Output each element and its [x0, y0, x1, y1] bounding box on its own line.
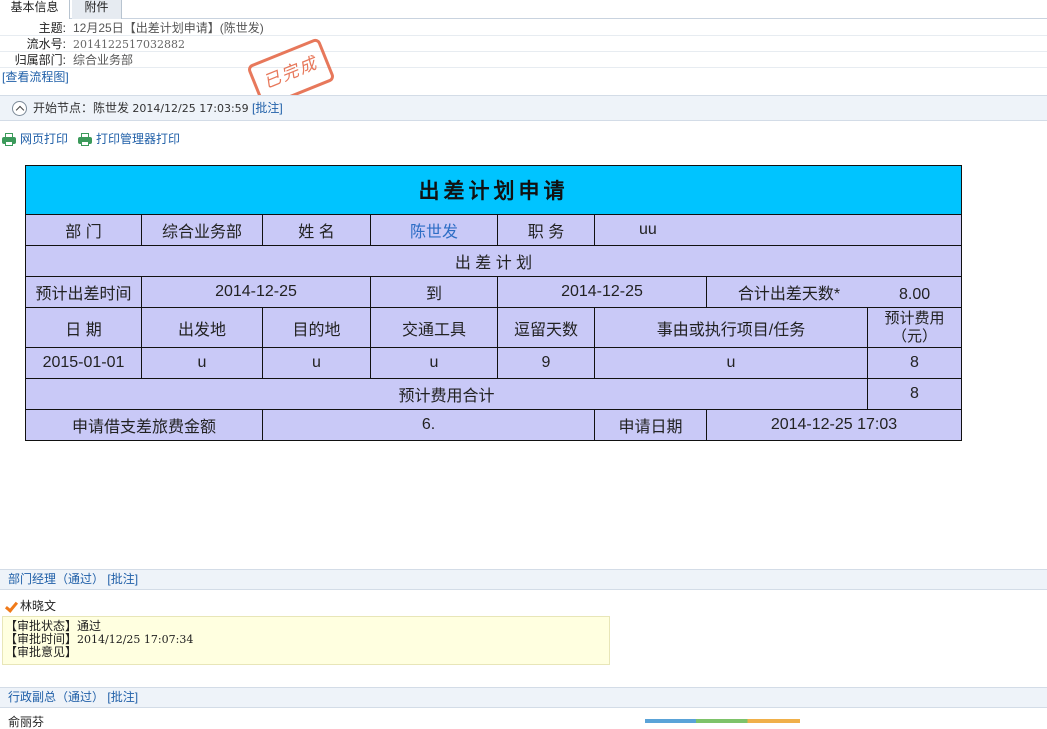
end-date: 2014-12-25: [497, 276, 707, 308]
approval-admin-vp-bar: 行政副总（通过） [批注]: [0, 687, 1047, 708]
next-approver-name: 俞丽芬: [8, 715, 45, 729]
total-cost-label: 预计费用合计: [25, 378, 868, 410]
view-flowchart-link[interactable]: [查看流程图]: [2, 68, 69, 85]
tab-bar: 基本信息 附件: [0, 0, 1047, 19]
start-node-bar: 开始节点：陈世发 2014/12/25 17:03:59 [批注]: [0, 95, 1047, 121]
col-stay-header: 逗留天数: [497, 307, 595, 348]
loan-value: 6.: [262, 409, 595, 441]
subject-label: 主题:: [38, 21, 66, 35]
meta-dept-row: 归属部门: 综合业务部: [0, 53, 1047, 68]
collapse-icon[interactable]: [12, 101, 27, 116]
total-days-value: 8.00: [899, 286, 931, 303]
start-node-text: 开始节点：陈世发 2014/12/25 17:03:59 [批注]: [33, 96, 283, 121]
col-from-header: 出发地: [141, 307, 263, 348]
approval-status: 【审批状态】通过: [5, 619, 102, 633]
row-date: 2015-01-01: [25, 347, 142, 379]
start-date: 2014-12-25: [141, 276, 371, 308]
approval-time-row: 【审批时间】2014/12/25 17:07:34: [5, 632, 607, 647]
col-transport-header: 交通工具: [370, 307, 498, 348]
position-label-cell: 职 务: [497, 214, 595, 246]
subject-value: 12月25日【出差计划申请】(陈世发): [73, 21, 264, 35]
total-days-label: 合计出差天数*: [737, 286, 841, 303]
approval-time-label: 【审批时间】: [5, 632, 78, 646]
travel-plan-form: 出差计划申请 部 门 综合业务部 姓 名 陈世发 职 务 uu 出 差 计 划 …: [25, 165, 962, 441]
est-time-label: 预计出差时间: [25, 276, 142, 308]
start-node-time: 2014/12/25 17:03:59: [132, 102, 249, 115]
row-reason: u: [594, 347, 868, 379]
meta-subject-row: 主题: 12月25日【出差计划申请】(陈世发): [0, 21, 1047, 36]
printer-icon: [2, 133, 16, 147]
tab-attachments[interactable]: 附件: [72, 0, 122, 19]
serial-value: 2014122517032882: [73, 38, 185, 51]
dept-value: 综合业务部: [73, 53, 134, 67]
approval-detail-box: 【审批状态】通过 【审批时间】2014/12/25 17:07:34 【审批意见…: [2, 616, 610, 665]
col-reason-header: 事由或执行项目/任务: [594, 307, 868, 348]
approval-admin-vp-label: 行政副总（通过）: [8, 690, 105, 704]
start-node-comment-link[interactable]: [批注]: [252, 101, 283, 115]
row-from: u: [141, 347, 263, 379]
approval-admin-vp-comment[interactable]: [批注]: [107, 690, 138, 704]
meta-serial-row: 流水号: 2014122517032882: [0, 37, 1047, 52]
row-cost: 8: [867, 347, 962, 379]
tab-basic-info[interactable]: 基本信息: [0, 0, 70, 19]
approval-dept-manager-label: 部门经理（通过）: [8, 572, 105, 586]
name-label-cell: 姓 名: [262, 214, 371, 246]
web-print-label: 网页打印: [20, 132, 69, 146]
col-dest-header: 目的地: [262, 307, 371, 348]
printer-icon: [78, 133, 92, 147]
checkmark-icon: [4, 601, 17, 613]
apply-date-value: 2014-12-25 17:03: [706, 409, 962, 441]
col-date-header: 日 期: [25, 307, 142, 348]
total-days-cell: 合计出差天数* 8.00: [706, 276, 962, 308]
approver-row: 林晓文: [4, 598, 56, 614]
to-label: 到: [370, 276, 498, 308]
approval-dept-manager-comment[interactable]: [批注]: [107, 572, 138, 586]
serial-label: 流水号:: [26, 37, 66, 51]
position-value-cell: uu: [594, 214, 962, 246]
print-manager-link[interactable]: 打印管理器打印: [78, 130, 180, 148]
approver-name: 林晓文: [20, 599, 57, 613]
web-print-link[interactable]: 网页打印: [2, 130, 68, 148]
row-stay: 9: [497, 347, 595, 379]
plan-header: 出 差 计 划: [25, 245, 962, 277]
approval-opinion: 【审批意见】: [5, 645, 78, 659]
dept-label: 归属部门:: [14, 53, 66, 67]
dept-label-cell: 部 门: [25, 214, 142, 246]
bottom-toolbar-strip: [645, 719, 800, 723]
total-cost-value: 8: [867, 378, 962, 410]
row-transport: u: [370, 347, 498, 379]
approval-dept-manager-bar: 部门经理（通过） [批注]: [0, 569, 1047, 590]
col-cost-header-line2: （元）: [891, 327, 937, 345]
approval-time-value: 2014/12/25 17:07:34: [77, 633, 194, 646]
form-title: 出差计划申请: [25, 165, 962, 215]
name-value-cell: 陈世发: [370, 214, 498, 246]
col-cost-header-line1: 预计费用: [884, 309, 945, 327]
start-node-label: 开始节点：陈世发: [33, 101, 130, 115]
print-manager-label: 打印管理器打印: [96, 132, 181, 146]
row-dest: u: [262, 347, 371, 379]
col-cost-header: 预计费用 （元）: [867, 307, 962, 348]
loan-label: 申请借支差旅费金额: [25, 409, 263, 441]
dept-value-cell: 综合业务部: [141, 214, 263, 246]
apply-date-label: 申请日期: [594, 409, 707, 441]
